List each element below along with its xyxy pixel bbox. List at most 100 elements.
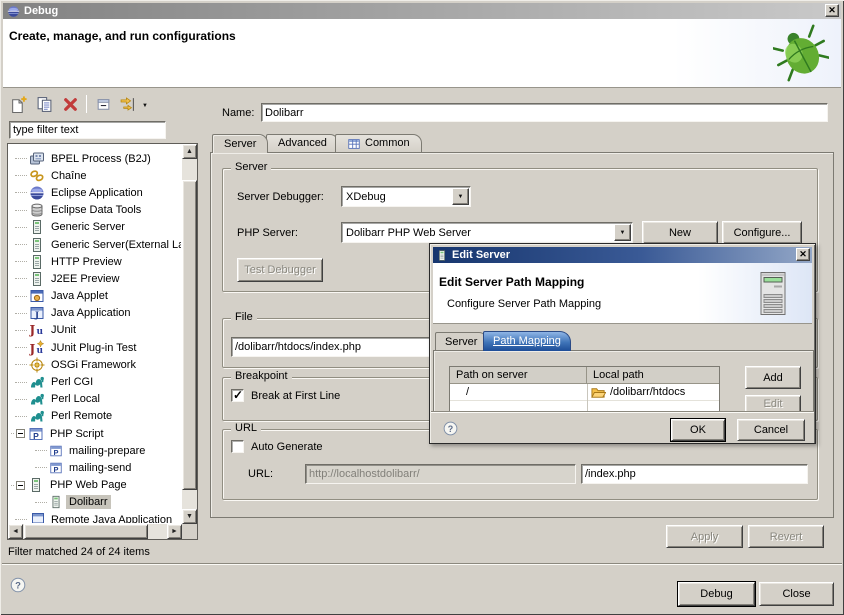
debug-button[interactable]: Debug — [678, 582, 755, 606]
tree-item[interactable]: Java Application — [9, 305, 181, 322]
bpel-process-icon — [29, 151, 45, 167]
scroll-left-icon[interactable]: ◄ — [8, 524, 23, 539]
tab-server[interactable]: Server — [212, 134, 268, 153]
remote-java-icon — [29, 512, 45, 523]
table-icon — [347, 137, 361, 151]
tree-item[interactable]: HTTP Preview — [9, 253, 181, 270]
tree-item[interactable]: J2EE Preview — [9, 270, 181, 287]
url-path-input[interactable] — [581, 464, 808, 484]
name-input[interactable] — [261, 103, 828, 122]
tree-item[interactable]: Remote Java Application — [9, 511, 181, 523]
toolbar-separator — [86, 95, 87, 113]
tree-item[interactable]: JUnit Plug-in Test — [9, 339, 181, 356]
database-icon — [29, 202, 45, 218]
filter-input[interactable] — [9, 121, 166, 139]
banner-title: Create, manage, and run configurations — [9, 29, 236, 43]
dialog-close-icon[interactable] — [796, 248, 810, 261]
tree-item[interactable]: Java Applet — [9, 288, 181, 305]
tree-item[interactable]: OSGi Framework — [9, 356, 181, 373]
tab-advanced[interactable]: Advanced — [266, 134, 339, 152]
collapse-all-icon[interactable] — [93, 94, 113, 114]
scroll-down-icon[interactable]: ▼ — [182, 509, 197, 524]
window-titlebar[interactable]: Debug — [3, 3, 841, 19]
scrollbar-corner — [182, 524, 197, 539]
perl-icon — [29, 391, 45, 407]
tree-item[interactable]: Eclipse Data Tools — [9, 202, 181, 219]
footer-separator — [2, 563, 842, 565]
column-header-local-path[interactable]: Local path — [587, 367, 719, 384]
tree-item[interactable]: mailing-send — [9, 459, 181, 476]
php-server-combo[interactable]: Dolibarr PHP Web Server — [341, 222, 633, 243]
dialog-subheading: Configure Server Path Mapping — [447, 298, 601, 310]
eclipse-logo-icon — [7, 5, 20, 18]
new-server-button[interactable]: New — [642, 221, 718, 244]
junit-icon — [29, 322, 45, 338]
close-button[interactable]: Close — [759, 582, 834, 606]
window-close-icon[interactable] — [825, 4, 839, 17]
dialog-title: Edit Server — [452, 249, 510, 261]
left-toolbar — [8, 93, 198, 115]
php-web-page-icon — [28, 477, 44, 493]
osgi-framework-icon — [29, 357, 45, 373]
tree-item[interactable]: mailing-prepare — [9, 442, 181, 459]
dialog-tab-server[interactable]: Server — [435, 332, 487, 351]
duplicate-icon[interactable] — [34, 94, 54, 114]
auto-generate-checkbox[interactable] — [231, 440, 244, 453]
tree-item[interactable]: Chaîne — [9, 167, 181, 184]
php-server-label: PHP Server: — [237, 227, 298, 239]
chevron-down-icon[interactable] — [614, 224, 631, 241]
tree-viewport: BPEL Process (B2J) Chaîne Eclipse Applic… — [9, 145, 181, 523]
dialog-help-icon[interactable] — [443, 421, 458, 436]
tree-item[interactable]: JUnit — [9, 322, 181, 339]
configure-button[interactable]: Configure... — [722, 221, 802, 244]
tree-item[interactable]: Generic Server(External La — [9, 236, 181, 253]
tree-item[interactable]: Perl Local — [9, 391, 181, 408]
column-header-path-on-server[interactable]: Path on server — [450, 367, 587, 384]
tree-item[interactable]: PHP Web Page — [9, 477, 181, 494]
filter-icon[interactable] — [118, 94, 138, 114]
new-configuration-icon[interactable] — [8, 94, 28, 114]
tree-item[interactable]: PHP Script — [9, 425, 181, 442]
server-debugger-combo[interactable]: XDebug — [341, 186, 471, 207]
collapse-expander-icon[interactable] — [16, 429, 25, 438]
tab-common[interactable]: Common — [335, 134, 422, 152]
tree-item[interactable]: BPEL Process (B2J) — [9, 150, 181, 167]
apply-button[interactable]: Apply — [666, 525, 743, 548]
folder-icon — [591, 385, 606, 400]
server-icon — [29, 254, 45, 270]
tree-vscrollbar[interactable]: ▲ ▼ — [182, 144, 197, 524]
java-applet-icon — [29, 288, 45, 304]
delete-icon[interactable] — [60, 94, 80, 114]
test-debugger-button[interactable]: Test Debugger — [237, 258, 323, 282]
dialog-heading: Edit Server Path Mapping — [439, 275, 584, 289]
revert-button[interactable]: Revert — [748, 525, 824, 548]
server-icon — [29, 237, 45, 253]
chevron-down-icon[interactable] — [452, 188, 469, 205]
add-button[interactable]: Add — [745, 366, 801, 389]
table-row[interactable]: / /dolibarr/htdocs — [450, 384, 719, 401]
scroll-right-icon[interactable]: ► — [167, 524, 182, 539]
tree-item[interactable]: Generic Server — [9, 219, 181, 236]
dialog-titlebar[interactable]: Edit Server — [433, 247, 812, 263]
filter-menu-chevron-icon[interactable] — [142, 98, 148, 110]
tree-item[interactable]: Perl Remote — [9, 408, 181, 425]
dialog-tab-path-mapping[interactable]: Path Mapping — [483, 331, 571, 351]
help-icon[interactable] — [10, 577, 26, 593]
tree-item[interactable]: Eclipse Application — [9, 184, 181, 201]
url-label: URL: — [248, 468, 273, 480]
collapse-expander-icon[interactable] — [16, 481, 25, 490]
tree-item[interactable]: Perl CGI — [9, 373, 181, 390]
chain-icon — [29, 168, 45, 184]
tree-hscrollbar[interactable]: ◄ ► — [8, 524, 182, 539]
break-first-line-checkbox[interactable] — [231, 389, 244, 402]
scroll-up-icon[interactable]: ▲ — [182, 144, 197, 159]
hscroll-thumb[interactable] — [24, 524, 148, 539]
cancel-button[interactable]: Cancel — [737, 419, 805, 441]
vscroll-thumb[interactable] — [182, 180, 197, 490]
eclipse-application-icon — [29, 185, 45, 201]
ok-button[interactable]: OK — [671, 419, 725, 441]
php-file-icon — [49, 444, 63, 458]
php-script-icon — [28, 426, 44, 442]
tree-item-dolibarr[interactable]: Dolibarr — [9, 494, 181, 511]
php-web-page-icon — [49, 495, 63, 509]
